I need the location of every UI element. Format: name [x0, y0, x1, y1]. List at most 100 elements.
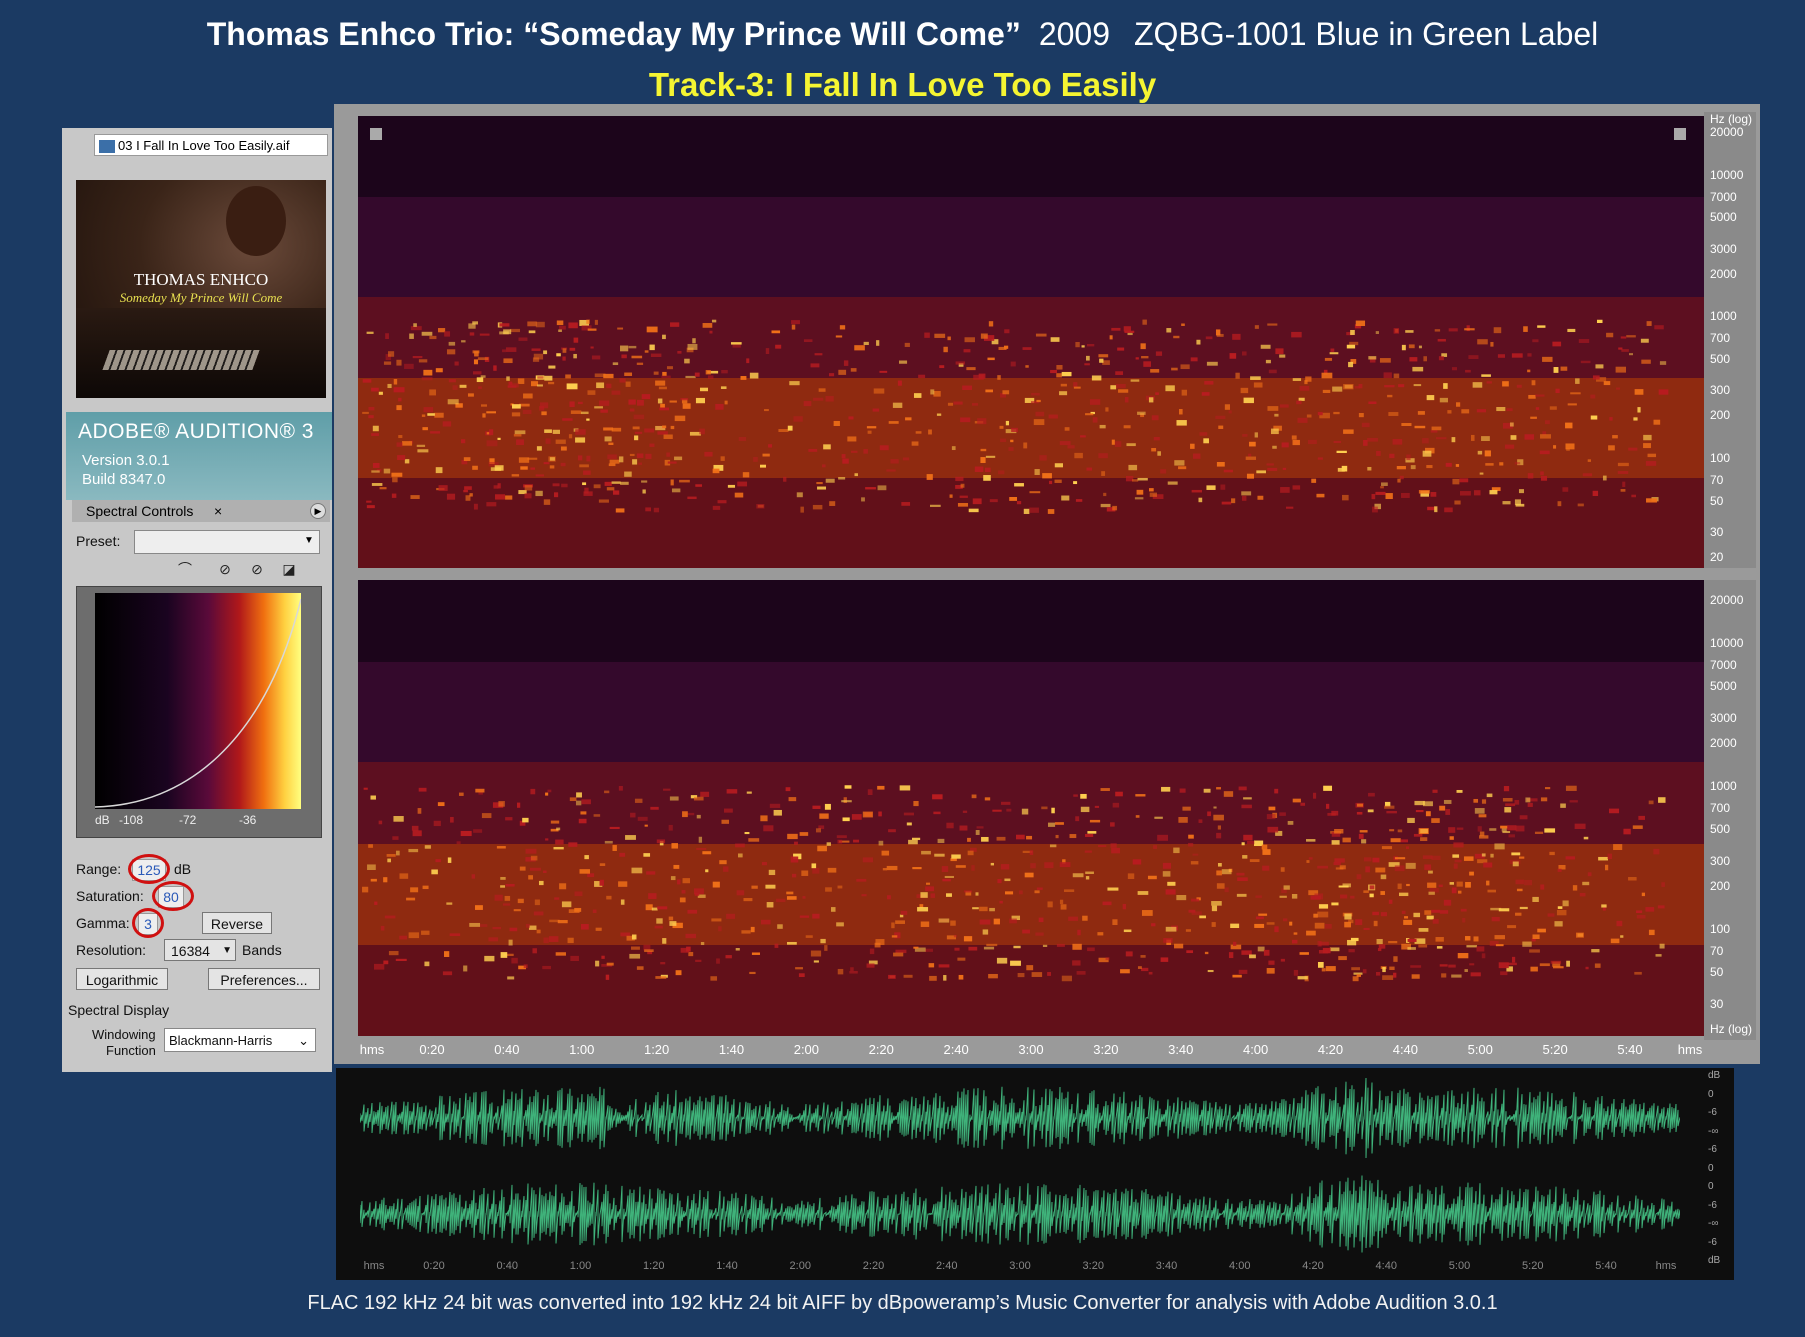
time-tick: 5:40 — [1595, 1260, 1617, 1272]
time-tick: 0:20 — [423, 1260, 445, 1272]
db-tick: -72 — [179, 813, 197, 827]
color-ramp — [95, 593, 301, 809]
frequency-tick: 200 — [1710, 408, 1731, 423]
windowing-value: Blackmann-Harris — [169, 1033, 273, 1048]
function-label: Function — [106, 1043, 156, 1058]
spectral-energy — [362, 785, 1666, 982]
close-icon[interactable]: × — [214, 500, 222, 522]
waveform-time-axis: hms 0:20 0:40 1:00 1:20 1:40 2:00 2:20 2:40 3:00 3… — [360, 1068, 1680, 1280]
frequency-tick: 7000 — [1710, 658, 1737, 673]
amplitude-tick: -6 — [1708, 1107, 1717, 1118]
chevron-down-icon[interactable]: ▼ — [301, 533, 317, 549]
side-panel: 03 I Fall In Love Too Easily.aif THOMAS … — [62, 128, 332, 1072]
album-year: 2009 — [1038, 16, 1110, 52]
app-version: Version 3.0.1 — [82, 452, 170, 469]
app-splash: ADOBE® AUDITION® 3 Version 3.0.1 Build 8… — [66, 412, 332, 500]
time-tick: 2:40 — [936, 1260, 958, 1272]
time-tick: 1:40 — [716, 1260, 738, 1272]
frequency-tick: 5000 — [1710, 679, 1737, 694]
frequency-tick: 300 — [1710, 853, 1731, 868]
time-tick: 3:20 — [1093, 1042, 1119, 1057]
gamma-curve-editor[interactable]: dB -108 -72 -36 — [76, 586, 322, 838]
frequency-tick: 70 — [1710, 944, 1724, 959]
amplitude-tick: -∞ — [1708, 1125, 1719, 1137]
zoom-corner-icon[interactable] — [370, 128, 382, 140]
gamma-highlight — [132, 908, 164, 938]
time-tick: hms — [363, 1260, 385, 1272]
color-curve-graph[interactable] — [95, 593, 301, 809]
frequency-tick: 200 — [1710, 879, 1731, 894]
windowing-label: Windowing — [92, 1027, 156, 1042]
windowing-function-select[interactable]: Blackmann-Harris ⌄ — [164, 1028, 316, 1052]
spectrogram-left-channel[interactable] — [358, 116, 1704, 568]
cover-portrait — [226, 186, 286, 256]
time-tick: 4:40 — [1375, 1260, 1397, 1272]
eyedropper-alt-icon[interactable]: ⊘ — [244, 560, 270, 578]
db-tick: -108 — [119, 813, 144, 827]
time-tick: 1:00 — [569, 1260, 592, 1272]
frequency-tick: 10000 — [1710, 636, 1744, 651]
time-tick: 1:40 — [718, 1042, 745, 1057]
time-tick: 4:00 — [1229, 1260, 1251, 1272]
time-tick: 2:20 — [868, 1042, 894, 1057]
frequency-tick: 500 — [1710, 352, 1731, 367]
frequency-tick: 1000 — [1710, 309, 1737, 324]
frequency-tick: Hz (log) — [1710, 112, 1753, 126]
resolution-unit: Bands — [242, 942, 282, 958]
spectrogram-right-channel[interactable] — [358, 580, 1704, 1036]
frequency-tick: 50 — [1710, 965, 1724, 980]
resolution-select[interactable]: 16384 ▼ — [164, 939, 236, 961]
frequency-tick: 3000 — [1710, 241, 1737, 256]
frequency-tick: 30 — [1710, 996, 1724, 1011]
frequency-tick: 100 — [1710, 451, 1731, 466]
saturation-label: Saturation: — [76, 888, 144, 904]
time-tick: 3:00 — [1018, 1042, 1044, 1057]
audio-file-icon — [99, 140, 115, 154]
tab-spectral-controls[interactable]: Spectral Controls × ▶ — [72, 500, 330, 522]
preset-select[interactable]: ▼ — [134, 530, 320, 554]
eyedropper-icon[interactable]: ⊘ — [212, 560, 238, 578]
file-tab[interactable]: 03 I Fall In Love Too Easily.aif — [94, 134, 328, 156]
app-build: Build 8347.0 — [82, 471, 166, 488]
time-tick: 0:40 — [496, 1260, 518, 1272]
db-tick: -36 — [239, 813, 257, 827]
frequency-tick: 700 — [1710, 331, 1731, 346]
amplitude-axis: dB 0 -6 -∞ -6 0 0 -6 -∞ -6 dB — [1708, 1068, 1734, 1268]
album-cover: THOMAS ENHCO Someday My Prince Will Come — [76, 180, 326, 398]
resolution-value: 16384 — [171, 943, 210, 959]
reverse-button[interactable]: Reverse — [202, 912, 272, 934]
frequency-tick: 20000 — [1710, 593, 1744, 608]
time-tick: 1:20 — [643, 1042, 670, 1057]
zoom-corner-icon[interactable] — [1674, 128, 1686, 140]
waveform-preset-icon[interactable]: ⌒ — [172, 560, 198, 578]
chevron-down-icon[interactable]: ▼ — [222, 940, 232, 962]
panel-menu-icon[interactable]: ▶ — [310, 503, 326, 519]
album-title: Thomas Enhco Trio: “Someday My Prince Wi… — [206, 16, 1021, 52]
album-label: ZQBG-1001 Blue in Green Label — [1134, 16, 1599, 52]
frequency-tick: 3000 — [1710, 711, 1737, 726]
time-tick: 0:40 — [494, 1042, 520, 1057]
amplitude-tick: -6 — [1708, 1236, 1717, 1248]
time-tick: 2:20 — [862, 1260, 885, 1272]
logarithmic-toggle[interactable]: Logarithmic — [76, 968, 168, 990]
chevron-down-icon[interactable]: ⌄ — [298, 1029, 309, 1053]
preferences-button[interactable]: Preferences... — [208, 968, 320, 990]
time-tick: 2:40 — [943, 1042, 969, 1057]
spectral-view[interactable]: Hz (log) 20000 10000 7000 5000 3000 2000 1000 70… — [334, 104, 1760, 1064]
headline: Thomas Enhco Trio: “Someday My Prince Wi… — [0, 16, 1805, 53]
app-name: ADOBE® AUDITION® 3 — [78, 420, 314, 443]
range-label: Range: — [76, 861, 122, 877]
waveform-view[interactable]: dB 0 -6 -∞ -6 0 0 -6 -∞ -6 dB hms 0:20 0:40 1:00 1:20 1… — [336, 1068, 1734, 1280]
time-tick: 1:20 — [643, 1260, 665, 1272]
time-tick: 3:40 — [1168, 1042, 1194, 1057]
frequency-tick: 70 — [1710, 472, 1724, 487]
spectral-toolbar: ⌒ ⊘ ⊘ ◪ — [172, 558, 322, 582]
frequency-axis-top: Hz (log) 20000 10000 7000 5000 3000 2000 1000 70… — [1704, 112, 1756, 568]
resolution-label: Resolution: — [76, 942, 147, 958]
amplitude-tick: -∞ — [1708, 1218, 1719, 1229]
time-tick: 0:20 — [419, 1042, 445, 1057]
color-gradient-icon[interactable]: ◪ — [276, 560, 302, 578]
amplitude-tick: dB — [1708, 1255, 1721, 1266]
frequency-tick: 20000 — [1710, 125, 1744, 140]
amplitude-tick: 0 — [1708, 1088, 1714, 1100]
